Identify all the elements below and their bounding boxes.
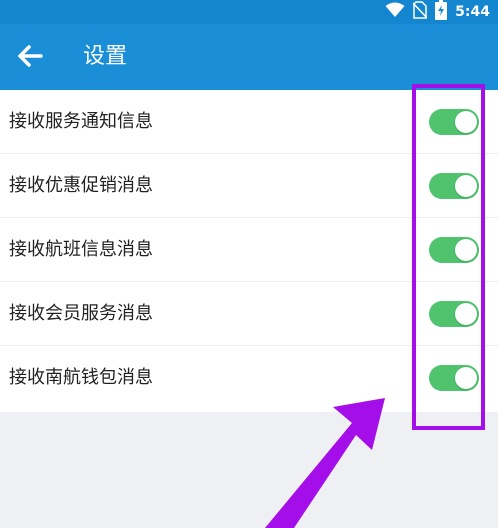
toggle-wallet[interactable] <box>429 365 479 391</box>
battery-charging-icon <box>435 0 448 24</box>
setting-row-promotion: 接收优惠促销消息 <box>0 154 498 218</box>
app-bar: 设置 <box>0 24 498 90</box>
toggle-knob <box>455 111 477 133</box>
setting-row-flight-info: 接收航班信息消息 <box>0 218 498 282</box>
toggle-knob <box>455 367 477 389</box>
toggle-knob <box>455 239 477 261</box>
setting-row-service-notification: 接收服务通知信息 <box>0 90 498 154</box>
toggle-promotion[interactable] <box>429 173 479 199</box>
status-icons: 5:44 <box>385 0 490 24</box>
setting-label: 接收航班信息消息 <box>9 239 153 260</box>
toggle-knob <box>455 303 477 325</box>
no-sim-icon <box>412 1 428 23</box>
arrow-left-icon <box>17 45 43 71</box>
toggle-knob <box>455 175 477 197</box>
wifi-icon <box>385 2 405 22</box>
setting-label: 接收会员服务消息 <box>9 303 153 324</box>
setting-label: 接收南航钱包消息 <box>9 367 153 388</box>
toggle-flight-info[interactable] <box>429 237 479 263</box>
setting-row-wallet: 接收南航钱包消息 <box>0 346 498 412</box>
setting-label: 接收服务通知信息 <box>9 111 153 132</box>
setting-label: 接收优惠促销消息 <box>9 175 153 196</box>
toggle-member-service[interactable] <box>429 301 479 327</box>
status-time: 5:44 <box>455 4 490 20</box>
toggle-service-notification[interactable] <box>429 109 479 135</box>
back-button[interactable] <box>12 40 48 76</box>
page-title: 设置 <box>83 44 128 69</box>
status-bar: 5:44 <box>0 0 498 24</box>
settings-list: 接收服务通知信息 接收优惠促销消息 接收航班信息消息 接收会员服务消息 接收南航… <box>0 90 498 412</box>
setting-row-member-service: 接收会员服务消息 <box>0 282 498 346</box>
